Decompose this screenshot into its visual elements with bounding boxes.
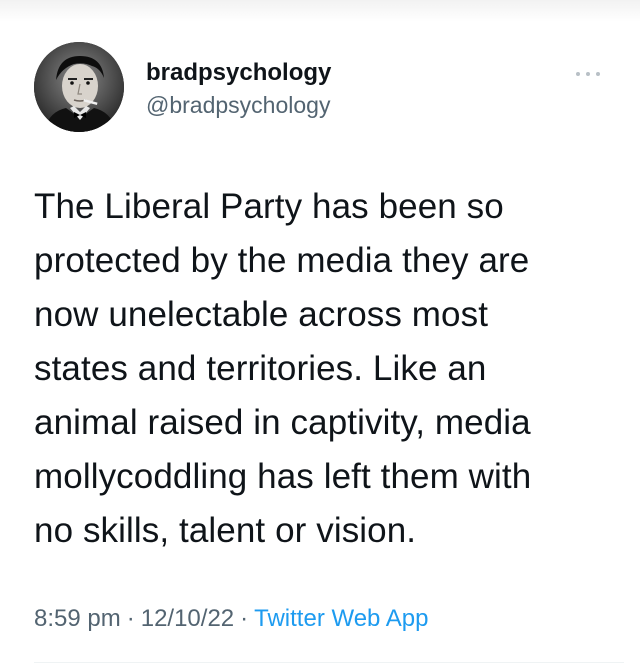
avatar-portrait-image (34, 42, 124, 132)
tweet-time[interactable]: 8:59 pm (34, 605, 121, 632)
tweet-metadata: 8:59 pm · 12/10/22 · Twitter Web App (34, 604, 428, 634)
more-options-button[interactable] (568, 64, 608, 84)
tweet-text: The Liberal Party has been so protected … (34, 187, 532, 550)
more-horizontal-icon (576, 72, 600, 76)
tweet-card: bradpsychology @bradpsychology The Liber… (0, 0, 640, 667)
author-display-name[interactable]: bradpsychology (146, 58, 331, 88)
tweet-author: bradpsychology @bradpsychology (146, 58, 331, 120)
meta-separator: · (240, 605, 249, 632)
tweet-date[interactable]: 12/10/22 (141, 605, 234, 632)
divider (34, 662, 624, 663)
meta-separator: · (126, 605, 135, 632)
author-handle[interactable]: @bradpsychology (146, 90, 331, 120)
avatar[interactable] (34, 42, 124, 132)
tweet-source-link[interactable]: Twitter Web App (254, 605, 428, 632)
